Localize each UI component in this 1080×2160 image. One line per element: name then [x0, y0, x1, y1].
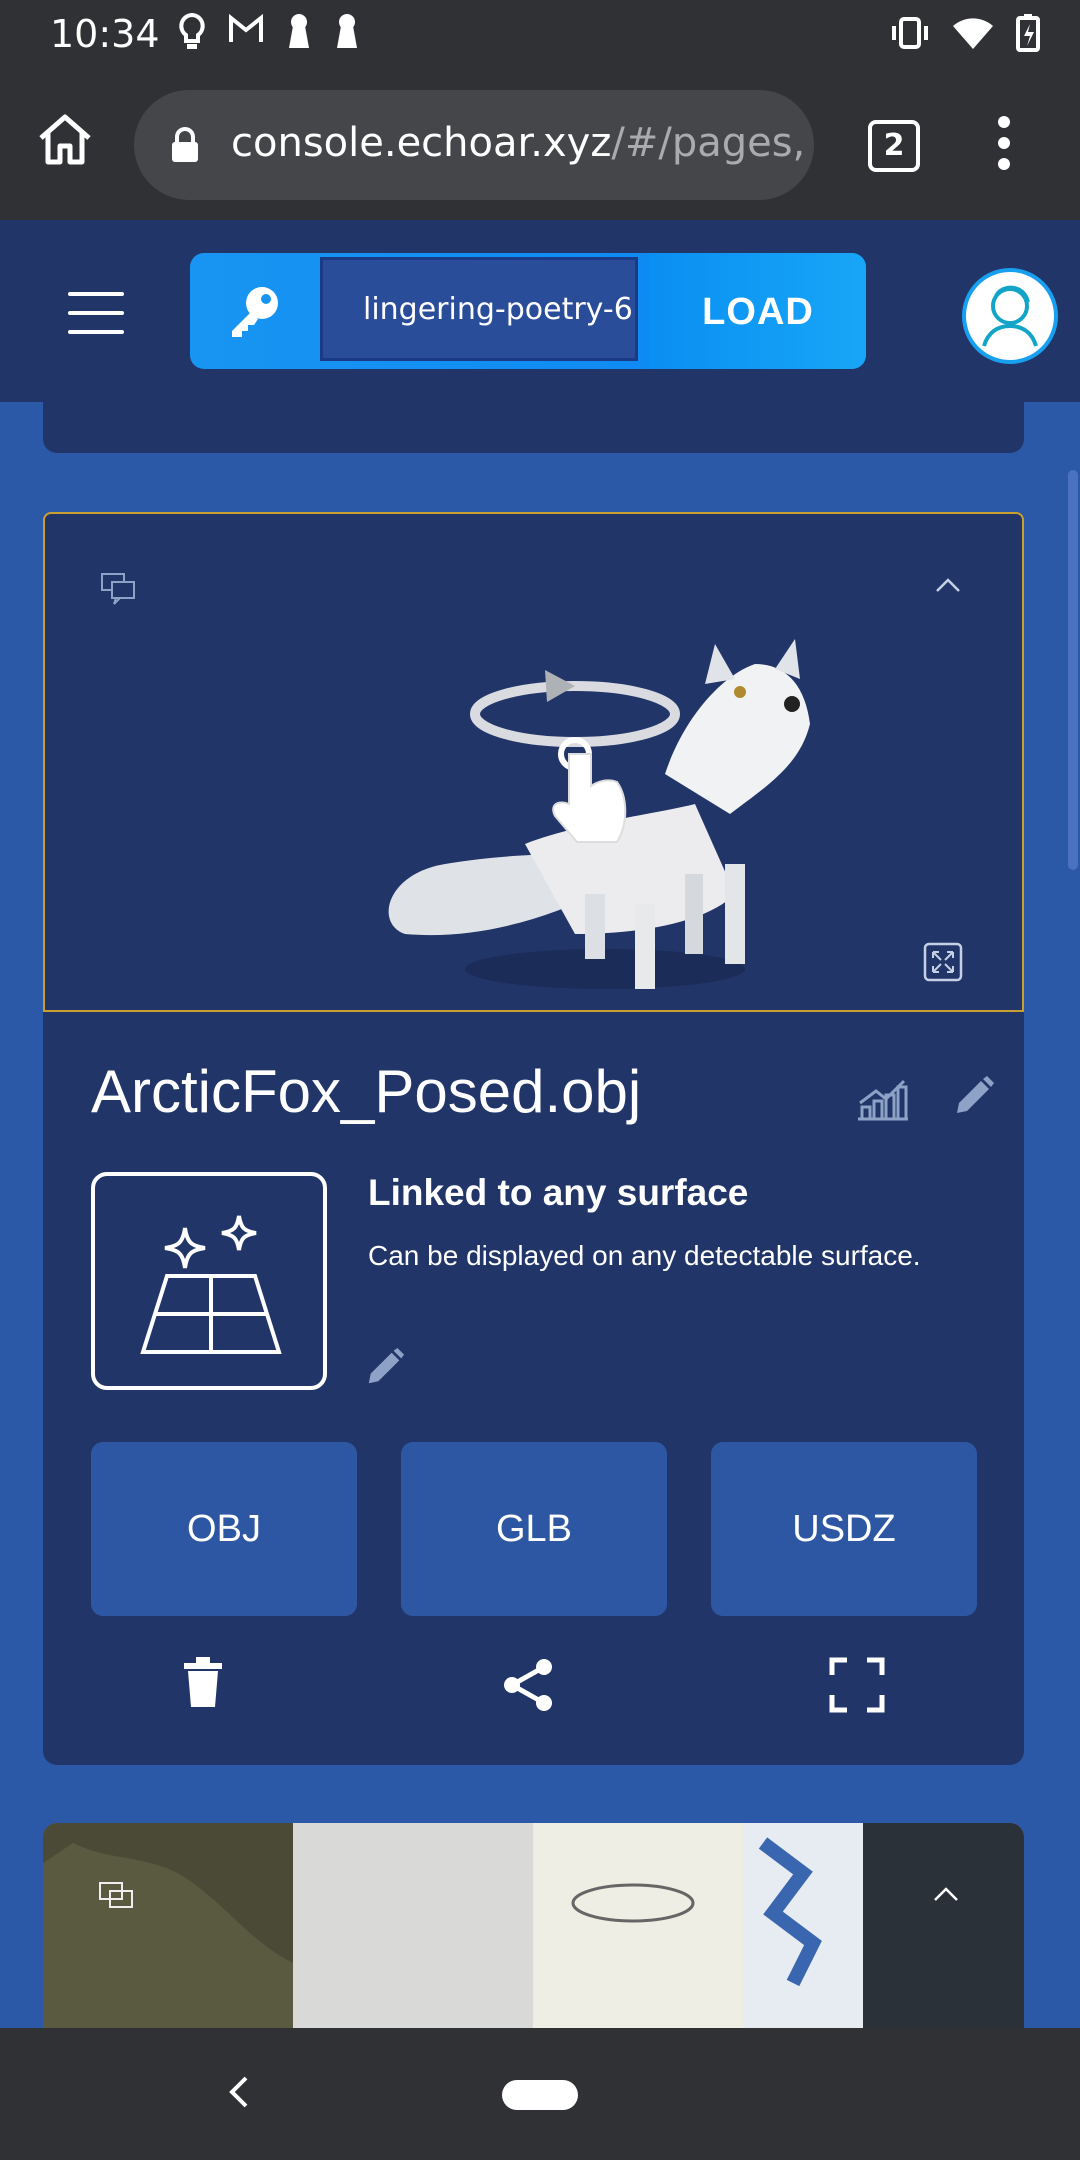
tab-switcher-button[interactable]: 2 [868, 120, 920, 172]
wifi-icon [953, 18, 993, 49]
user-icon [982, 285, 1038, 347]
surface-anchor-icon[interactable] [91, 1172, 327, 1390]
load-button[interactable]: LOAD [650, 253, 866, 369]
bar-chart-icon[interactable] [856, 1077, 908, 1121]
status-time: 10:34 [50, 12, 160, 56]
api-key-input[interactable] [320, 257, 638, 361]
keyhole-icon-2 [337, 14, 357, 48]
trash-icon[interactable] [182, 1657, 224, 1709]
system-icons [890, 14, 1040, 52]
title-row: ArcticFox_Posed.obj [91, 1057, 994, 1153]
model-card: ArcticFox_Posed.obj Linked to any surfac… [43, 512, 1024, 1765]
comments-icon[interactable] [98, 1881, 134, 1915]
notification-icons [178, 12, 360, 52]
chevron-up-icon[interactable] [933, 1886, 959, 1902]
url-path: /#/pages, [611, 120, 806, 166]
people-photo [43, 1823, 1024, 2028]
chevron-up-icon[interactable] [935, 577, 961, 593]
status-bar: 10:34 [0, 0, 1080, 70]
fullscreen-icon[interactable] [829, 1657, 885, 1713]
next-model-card-preview[interactable] [43, 1823, 1024, 2028]
download-glb-button[interactable]: GLB [401, 1442, 667, 1616]
browser-toolbar: console.echoar.xyz/#/pages, 2 [0, 70, 1080, 220]
back-chevron-icon[interactable] [224, 2072, 254, 2112]
api-key-form: LOAD [190, 253, 866, 369]
pencil-icon[interactable] [365, 1347, 405, 1387]
avatar[interactable] [962, 268, 1058, 364]
anchor-description: Can be displayed on any detectable surfa… [368, 1240, 921, 1271]
arctic-fox-model [388, 639, 810, 989]
anchor-title: Linked to any surface [368, 1172, 749, 1213]
gmail-icon [229, 13, 263, 42]
lock-icon [172, 127, 198, 162]
battery-icon [1016, 14, 1040, 52]
url-domain: console.echoar.xyz [231, 120, 612, 166]
address-bar[interactable]: console.echoar.xyz/#/pages, [134, 90, 814, 200]
comments-icon[interactable] [100, 572, 136, 606]
key-icon [232, 287, 278, 337]
vibrate-icon [892, 17, 928, 49]
share-icon[interactable] [500, 1657, 556, 1713]
lightbulb-icon [179, 12, 205, 49]
download-usdz-button[interactable]: USDZ [711, 1442, 977, 1616]
download-obj-button[interactable]: OBJ [91, 1442, 357, 1616]
model-title: ArcticFox_Posed.obj [91, 1058, 642, 1125]
previous-card [43, 395, 1024, 453]
scrollbar[interactable] [1068, 470, 1078, 870]
home-icon[interactable] [36, 112, 94, 166]
pencil-icon[interactable] [953, 1075, 995, 1117]
system-navigation-bar [0, 2028, 1080, 2160]
expand-icon[interactable] [923, 942, 963, 982]
hamburger-menu-icon[interactable] [68, 292, 124, 349]
url-text: console.echoar.xyz/#/pages, [231, 120, 805, 166]
app-header: LOAD [0, 220, 1080, 402]
home-pill-button[interactable] [502, 2080, 578, 2110]
keyhole-icon [289, 14, 309, 48]
model-viewer[interactable] [43, 512, 1024, 1012]
surface-sparkle-icon [140, 1215, 282, 1354]
more-vert-icon[interactable] [996, 116, 1012, 170]
